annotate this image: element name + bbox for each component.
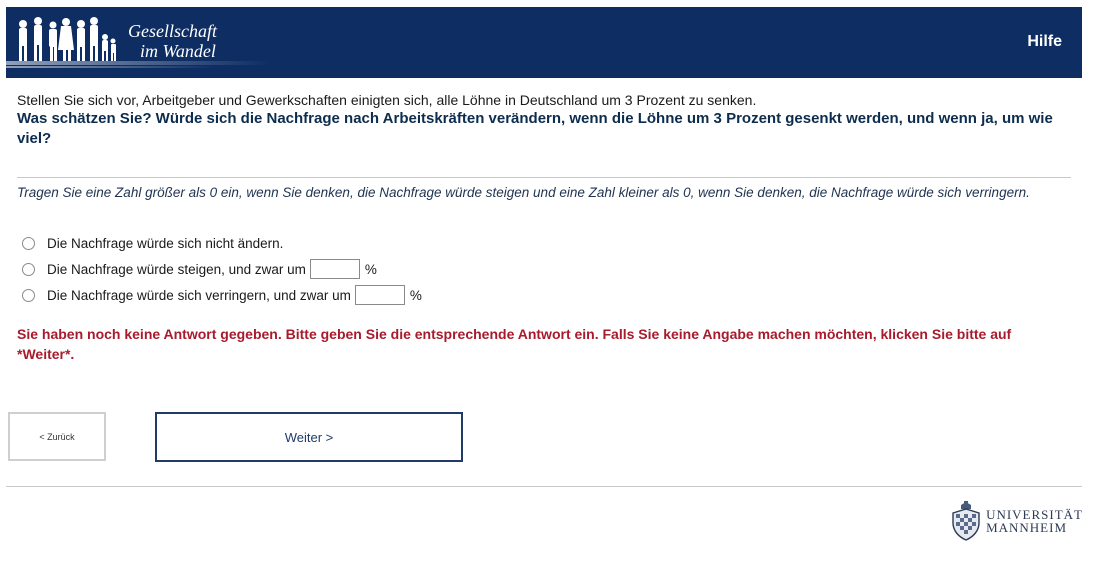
logo-title: Gesellschaft im Wandel (128, 21, 217, 61)
question-text: Was schätzen Sie? Würde sich die Nachfra… (17, 110, 1053, 147)
help-link[interactable]: Hilfe (1027, 33, 1062, 51)
increase-percent-input[interactable] (309, 259, 360, 279)
logo-line-2: im Wandel (140, 41, 216, 61)
back-button[interactable]: < Zurück (8, 412, 106, 461)
radio-decrease[interactable] (22, 288, 35, 302)
decrease-percent-input[interactable] (354, 285, 405, 305)
option-increase-label: Die Nachfrage würde steigen, und zwar um (47, 261, 306, 277)
option-no-change[interactable]: Die Nachfrage würde sich nicht ändern. (22, 232, 283, 254)
option-increase[interactable]: Die Nachfrage würde steigen, und zwar um… (22, 258, 377, 280)
option-no-change-label: Die Nachfrage würde sich nicht ändern. (47, 235, 284, 251)
university-crest-icon (952, 501, 980, 541)
footer-divider (6, 486, 1082, 487)
increase-percent-unit: % (364, 261, 377, 277)
validation-error-message: Sie haben noch keine Antwort gegeben. Bi… (17, 326, 1012, 362)
question-intro: Stellen Sie sich vor, Arbeitgeber und Ge… (17, 92, 757, 108)
radio-increase[interactable] (22, 262, 35, 276)
logo-line-1: Gesellschaft (128, 21, 217, 41)
decrease-percent-unit: % (409, 287, 422, 303)
university-name-line-2: MANNHEIM (986, 520, 1068, 535)
option-decrease[interactable]: Die Nachfrage würde sich verringern, und… (22, 284, 422, 306)
header-banner: Gesellschaft im Wandel Hilfe (6, 7, 1082, 78)
answer-instruction: Tragen Sie eine Zahl größer als 0 ein, w… (17, 185, 1030, 200)
radio-no-change[interactable] (22, 236, 35, 250)
divider (17, 177, 1071, 178)
university-logo: UNIVERSITÄT MANNHEIM (949, 501, 1083, 541)
next-button[interactable]: Weiter > (155, 412, 463, 462)
option-decrease-label: Die Nachfrage würde sich verringern, und… (47, 287, 351, 303)
university-name: UNIVERSITÄT MANNHEIM (986, 508, 1083, 534)
